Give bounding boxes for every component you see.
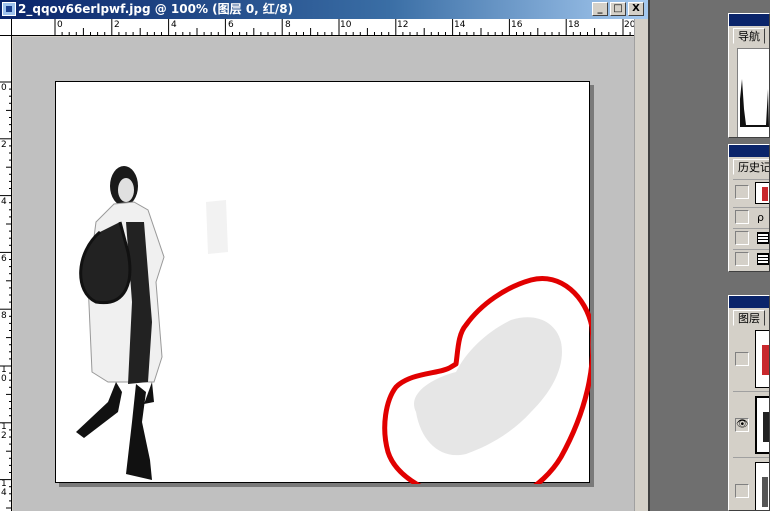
navigator-preview[interactable] bbox=[737, 48, 769, 137]
tab-navigator[interactable]: 导航 bbox=[733, 28, 765, 44]
horizontal-ruler[interactable]: 0 2 4 6 8 10 12 14 16 18 20 bbox=[12, 19, 634, 36]
photoshop-doc-icon bbox=[2, 2, 16, 16]
layer-row-selected[interactable]: 👁 bbox=[733, 394, 769, 458]
horizontal-ruler-ticks bbox=[54, 19, 631, 35]
layer-visibility-toggle[interactable] bbox=[735, 352, 749, 366]
history-snapshot-row[interactable] bbox=[733, 179, 769, 205]
ruler-label: 1 0 bbox=[1, 365, 7, 384]
canvas-workspace[interactable] bbox=[13, 37, 634, 511]
minimize-button[interactable]: _ bbox=[592, 2, 608, 16]
layer-thumbnail bbox=[755, 396, 769, 454]
navigator-histogram bbox=[740, 79, 769, 127]
layers-panel: 图层 👁 bbox=[728, 295, 770, 511]
navigator-panel: 导航 bbox=[728, 13, 770, 138]
history-panel-titlebar[interactable] bbox=[729, 145, 769, 157]
history-state-row[interactable] bbox=[733, 249, 769, 268]
tab-history[interactable]: 历史记 bbox=[733, 159, 769, 175]
woman-figure bbox=[76, 166, 165, 480]
image-content bbox=[76, 166, 591, 484]
ruler-label: 0 bbox=[1, 83, 7, 93]
image-canvas[interactable] bbox=[55, 81, 591, 484]
ruler-label: 0 bbox=[57, 20, 63, 30]
ruler-label: 10 bbox=[340, 20, 352, 30]
brush-source-icon[interactable] bbox=[735, 185, 749, 199]
layer-figure bbox=[763, 412, 769, 442]
faint-background-shape bbox=[206, 200, 228, 254]
document-icon bbox=[757, 253, 769, 265]
layer-row[interactable] bbox=[733, 328, 769, 392]
layers-panel-titlebar[interactable] bbox=[729, 296, 769, 308]
ruler-label: 1 4 bbox=[1, 479, 7, 498]
ruler-label: 8 bbox=[1, 311, 7, 321]
document-titlebar[interactable]: 2_qqov66erlpwf.jpg @ 100% (图层 0, 红/8) _ … bbox=[0, 0, 648, 19]
eye-icon[interactable]: 👁 bbox=[735, 418, 749, 432]
layer-thumbnail bbox=[755, 330, 769, 388]
history-state-checkbox[interactable] bbox=[735, 231, 749, 245]
tab-layers[interactable]: 图层 bbox=[733, 310, 765, 326]
ruler-label: 4 bbox=[171, 20, 177, 30]
history-state-checkbox[interactable] bbox=[735, 210, 749, 224]
gray-selection-area bbox=[414, 317, 562, 456]
ruler-label: 4 bbox=[1, 197, 7, 207]
history-state-row[interactable]: ρ bbox=[733, 207, 769, 226]
snapshot-thumbnail bbox=[755, 182, 769, 204]
history-panel: 历史记 ρ bbox=[728, 144, 770, 272]
document-title: 2_qqov66erlpwf.jpg @ 100% (图层 0, 红/8) bbox=[18, 2, 294, 16]
vertical-ruler[interactable]: 0 2 4 6 8 1 0 1 2 1 4 bbox=[0, 36, 12, 511]
history-state-checkbox[interactable] bbox=[735, 252, 749, 266]
ruler-label: 6 bbox=[1, 254, 7, 264]
vertical-scrollbar[interactable] bbox=[634, 19, 648, 511]
navigator-panel-titlebar[interactable] bbox=[729, 14, 769, 26]
snapshot-figure bbox=[762, 187, 768, 201]
close-button[interactable]: X bbox=[628, 2, 644, 16]
ruler-label: 18 bbox=[568, 20, 580, 30]
ruler-label: 12 bbox=[397, 20, 409, 30]
ruler-label: 8 bbox=[285, 20, 291, 30]
layer-thumbnail bbox=[755, 462, 769, 510]
ruler-label: 20 bbox=[624, 20, 634, 30]
layer-figure bbox=[762, 345, 769, 375]
ruler-label: 16 bbox=[511, 20, 523, 30]
layer-row[interactable] bbox=[733, 460, 769, 510]
document-window: 2_qqov66erlpwf.jpg @ 100% (图层 0, 红/8) _ … bbox=[0, 0, 650, 511]
ruler-label: 2 bbox=[1, 140, 7, 150]
history-state-row[interactable] bbox=[733, 228, 769, 247]
ruler-origin[interactable] bbox=[0, 19, 12, 36]
ruler-label: 6 bbox=[228, 20, 234, 30]
maximize-button[interactable]: □ bbox=[610, 2, 626, 16]
document-icon bbox=[757, 232, 769, 244]
layer-figure bbox=[762, 477, 768, 507]
ruler-label: 14 bbox=[454, 20, 466, 30]
lasso-icon: ρ bbox=[757, 211, 764, 224]
ruler-label: 1 2 bbox=[1, 422, 7, 441]
ruler-label: 2 bbox=[114, 20, 120, 30]
layer-visibility-toggle[interactable] bbox=[735, 484, 749, 498]
